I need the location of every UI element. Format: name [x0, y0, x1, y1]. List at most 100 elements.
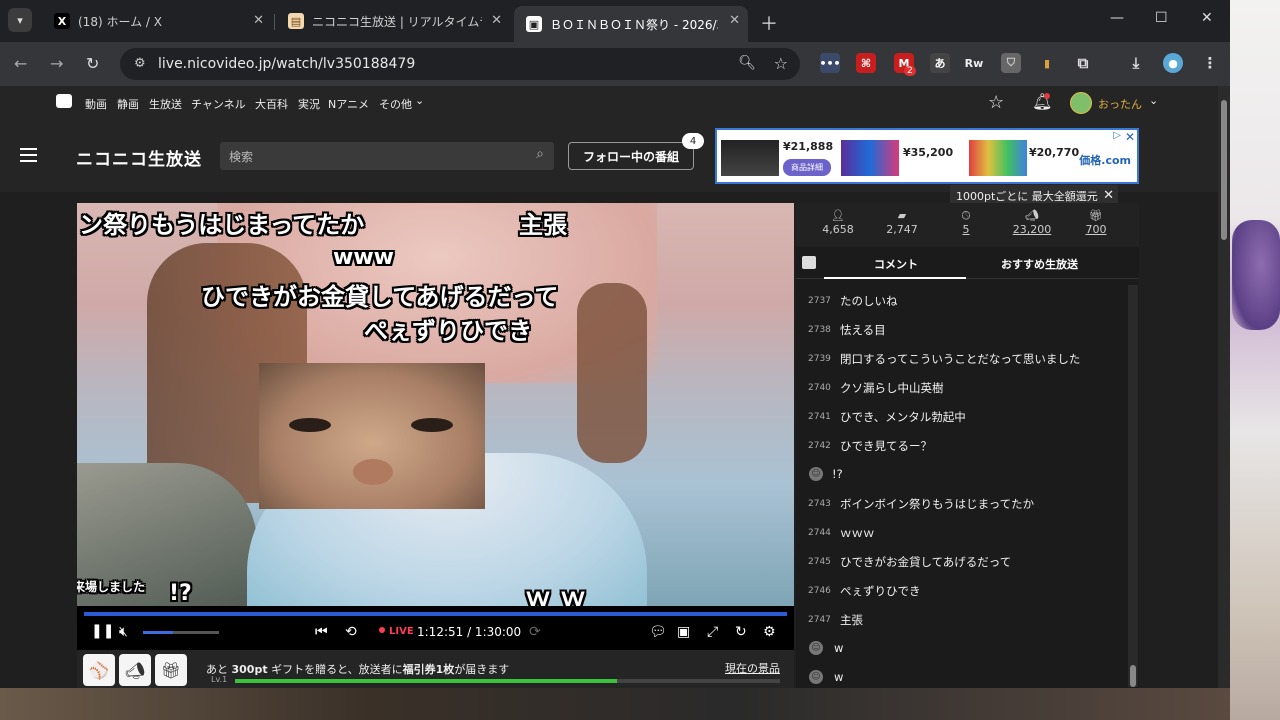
- rewind-start-icon[interactable]: ⏮: [315, 624, 328, 640]
- pdf-extension-icon[interactable]: ⌘: [856, 53, 876, 73]
- gift-points[interactable]: 🎁︎ 700: [1066, 209, 1126, 236]
- comment-row[interactable]: 2737 たのしいね: [796, 287, 1126, 316]
- ad-item-keyboard-3[interactable]: ¥20,770: [963, 136, 1083, 180]
- gnav-douga[interactable]: 動画: [85, 96, 107, 112]
- nicolive-logo[interactable]: ニコニコ生放送: [76, 145, 202, 170]
- ad-item-keyboard-2[interactable]: ¥35,200: [841, 136, 961, 180]
- gnav-seiga[interactable]: 静画: [117, 96, 139, 112]
- comment-row[interactable]: 2744 ｗｗｗ: [796, 519, 1126, 548]
- minimize-icon[interactable]: —: [1110, 10, 1124, 26]
- comment-row[interactable]: 2742 ひでき見てるー？: [796, 432, 1126, 461]
- ad-item-keyboard-1[interactable]: ¥21,888 商品詳細: [719, 136, 839, 180]
- download-icon[interactable]: ⤓: [1126, 53, 1146, 73]
- mute-icon[interactable]: 🔇︎: [119, 624, 128, 640]
- nicoad-icon[interactable]: 📣︎: [119, 654, 151, 686]
- ad-banner[interactable]: ¥21,888 商品詳細 ¥35,200 ¥20,770 価格.com ▷ ✕: [715, 128, 1139, 184]
- reload-player-icon[interactable]: ↻: [735, 624, 747, 640]
- bottle-extension-icon[interactable]: ▮: [1037, 53, 1057, 73]
- comment-row[interactable]: 2739 閉口するってこういうことだなって思いました: [796, 345, 1126, 374]
- bat-item-icon[interactable]: ⚾: [83, 654, 115, 686]
- close-icon[interactable]: ✕: [729, 13, 740, 28]
- address-bar[interactable]: ⚙ live.nicovideo.jp/watch/lv350188479 🔍︎…: [120, 48, 800, 80]
- reload-icon[interactable]: ↻: [86, 54, 99, 73]
- ad-choices-icon[interactable]: ▷: [1113, 130, 1121, 141]
- ad-points[interactable]: 📣︎ 23,200: [1002, 209, 1062, 236]
- search-input[interactable]: 検索 ⌕: [220, 142, 554, 170]
- seek-bar[interactable]: [84, 612, 787, 616]
- comment-row[interactable]: 2747 主張: [796, 606, 1126, 635]
- volume-slider[interactable]: [143, 631, 219, 634]
- tab-x[interactable]: X (18) ホーム / X ✕: [42, 6, 272, 36]
- current-prize-link[interactable]: 現在の景品: [725, 660, 780, 676]
- video-player[interactable]: ン祭りもうはじまってたか 主張 www ひできがお金貸してあげるだって ぺぇずり…: [77, 203, 794, 606]
- gnav-channel[interactable]: チャンネル: [191, 96, 246, 112]
- gift-icon[interactable]: 🎁︎: [155, 654, 187, 686]
- comment-row[interactable]: ☺!?: [796, 461, 1126, 490]
- ad-close-icon[interactable]: ✕: [1125, 130, 1135, 144]
- gnav-live[interactable]: 生放送: [149, 96, 182, 112]
- viewer-count: 👤︎ 4,658: [808, 209, 868, 236]
- browser-menu-icon[interactable]: ⋮: [1200, 53, 1220, 73]
- gnav-jikkyo[interactable]: 実況: [298, 96, 320, 112]
- settings-gear-icon[interactable]: ⚙: [763, 624, 776, 640]
- translate-extension-icon[interactable]: あ: [930, 53, 950, 73]
- url-text[interactable]: live.nicovideo.jp/watch/lv350188479: [158, 56, 415, 72]
- search-icon[interactable]: ⌕: [536, 146, 544, 162]
- star-icon[interactable]: ☆: [988, 92, 1004, 113]
- tab-search-button[interactable]: ▾: [8, 8, 32, 32]
- tab-current-broadcast[interactable]: ▣ ＢＯＩＮＢＯＩＮ祭り - 2026/3/ ✕: [514, 6, 748, 42]
- new-tab-icon[interactable]: ＋: [760, 10, 778, 36]
- rewind-10s-icon[interactable]: ⟲: [345, 624, 357, 640]
- close-icon[interactable]: ✕: [1103, 188, 1114, 203]
- comment-row[interactable]: 2741 ひでき、メンタル勃起中: [796, 403, 1126, 432]
- niconico-tv-icon[interactable]: [56, 94, 72, 108]
- window-close-icon[interactable]: ✕: [1201, 10, 1213, 26]
- zoom-icon[interactable]: 🔍︎: [738, 55, 756, 71]
- comment-row[interactable]: 2746 ぺぇずりひでき: [796, 577, 1126, 606]
- comment-row[interactable]: ☺ w: [796, 635, 1126, 664]
- comment-row[interactable]: 2740 クソ漏らし中山英樹: [796, 374, 1126, 403]
- comment-toggle-icon[interactable]: 💬︎: [649, 624, 667, 640]
- chevron-down-icon[interactable]: ⌄: [1149, 94, 1158, 107]
- rw-extension-icon[interactable]: Rw: [964, 53, 984, 73]
- ad-brand-logo[interactable]: 価格.com: [1079, 152, 1131, 168]
- live-indicator[interactable]: LIVE: [379, 626, 414, 637]
- page-scrollbar[interactable]: [1218, 86, 1230, 720]
- comment-row[interactable]: 2738 怯える目: [796, 316, 1126, 345]
- timeshift-count[interactable]: 🕓︎ 5: [936, 209, 996, 236]
- gnav-dictionary[interactable]: 大百科: [255, 96, 288, 112]
- ad-detail-button[interactable]: 商品詳細: [783, 159, 831, 176]
- site-settings-icon[interactable]: ⚙: [134, 56, 146, 71]
- tab-recommended[interactable]: おすすめ生放送: [1001, 256, 1078, 272]
- comment-row[interactable]: ☺ w: [796, 664, 1126, 687]
- comment-scrollbar[interactable]: [1128, 285, 1138, 687]
- comment-settings-icon[interactable]: [802, 256, 816, 269]
- tab-ranking[interactable]: ▤ ニコニコ生放送 | リアルタイムランキング ✕: [276, 6, 510, 36]
- avatar[interactable]: [1070, 92, 1092, 114]
- user-name[interactable]: おったん: [1098, 96, 1142, 112]
- extensions-puzzle-icon[interactable]: ⧉: [1073, 53, 1093, 73]
- profile-avatar[interactable]: ●: [1163, 53, 1183, 73]
- gift-icon: 🎁︎: [1089, 209, 1103, 222]
- back-icon[interactable]: ←: [14, 54, 27, 73]
- following-programs-button[interactable]: フォロー中の番組: [568, 142, 694, 170]
- close-icon[interactable]: ✕: [253, 13, 264, 28]
- shield-extension-icon[interactable]: ⛉: [1001, 53, 1021, 73]
- fullscreen-icon[interactable]: ⤢: [707, 624, 718, 640]
- hamburger-menu-icon[interactable]: [20, 148, 37, 162]
- gift-message: あと 300pt ギフトを贈ると、放送者に福引券1枚が届きます: [206, 663, 510, 676]
- comment-row[interactable]: 2743 ボインボイン祭りもうはじまってたか: [796, 490, 1126, 519]
- comment-row[interactable]: 2745 ひできがお金貸してあげるだって: [796, 548, 1126, 577]
- tab-comments[interactable]: コメント: [874, 256, 918, 272]
- extension-dots-icon[interactable]: •••: [819, 53, 841, 73]
- danmaku-comment: 来場しました: [77, 580, 146, 594]
- pause-icon[interactable]: ❚❚: [91, 623, 114, 639]
- theater-mode-icon[interactable]: ▣: [677, 624, 690, 640]
- forward-icon[interactable]: →: [50, 54, 63, 73]
- bookmark-star-icon[interactable]: ☆: [774, 54, 788, 73]
- maximize-icon[interactable]: ☐: [1155, 10, 1168, 26]
- viewer-icon: 👤︎: [831, 209, 845, 222]
- gnav-anime[interactable]: Nアニメ: [328, 96, 369, 112]
- gnav-more[interactable]: その他: [379, 96, 412, 112]
- close-icon[interactable]: ✕: [491, 13, 502, 28]
